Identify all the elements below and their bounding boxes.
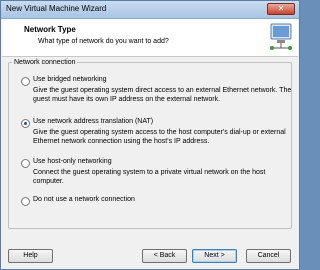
option-host-only[interactable]: Use host-only networking Connect the gue…	[21, 158, 293, 188]
page-subtitle: What type of network do you want to add?	[38, 38, 169, 45]
network-connection-group: Network connection Use bridged networkin…	[8, 59, 292, 229]
cancel-button[interactable]: Cancel	[246, 249, 291, 263]
group-legend: Network connection	[14, 59, 76, 66]
next-button[interactable]: Next >	[192, 249, 237, 263]
radio-bridged[interactable]	[21, 77, 30, 86]
close-button[interactable]: ✕	[267, 3, 295, 15]
option-label: Use host-only networking	[33, 158, 112, 165]
option-no-network[interactable]: Do not use a network connection	[21, 196, 293, 208]
radio-nat[interactable]	[21, 119, 30, 128]
radio-no-network[interactable]	[21, 197, 30, 206]
option-label: Do not use a network connection	[33, 196, 135, 203]
option-description: Connect the guest operating system to a …	[33, 169, 266, 185]
back-button[interactable]: < Back	[142, 249, 187, 263]
option-description: Give the guest operating system direct a…	[33, 87, 292, 103]
option-bridged[interactable]: Use bridged networking Give the guest op…	[21, 76, 293, 106]
wizard-header: Network Type What type of network do you…	[2, 19, 298, 57]
network-icon	[270, 23, 292, 50]
option-nat[interactable]: Use network address translation (NAT) Gi…	[21, 118, 293, 148]
window-title: New Virtual Machine Wizard	[6, 4, 107, 13]
page-title: Network Type	[24, 25, 76, 34]
wizard-window: New Virtual Machine Wizard ✕ Network Typ…	[0, 0, 300, 270]
option-label: Use bridged networking	[33, 76, 107, 83]
title-bar[interactable]: New Virtual Machine Wizard ✕	[1, 1, 299, 19]
option-description: Give the guest operating system access t…	[33, 129, 286, 145]
radio-host-only[interactable]	[21, 159, 30, 168]
help-button[interactable]: Help	[8, 249, 53, 263]
option-label: Use network address translation (NAT)	[33, 118, 154, 125]
